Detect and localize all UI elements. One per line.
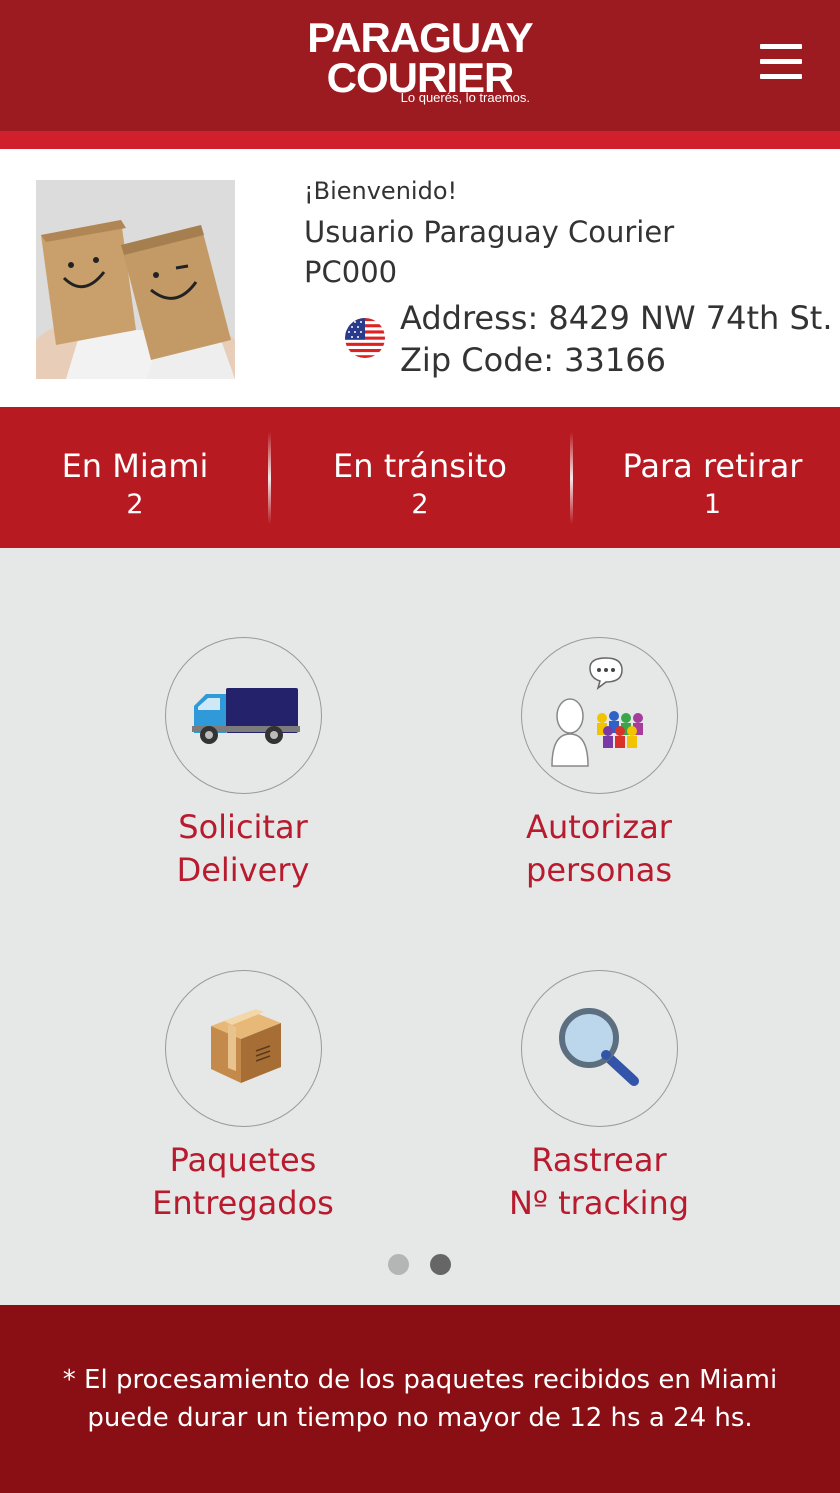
tile-icon-circle (164, 970, 322, 1127)
authorize-people-icon (550, 657, 643, 767)
user-name: Usuario Paraguay Courier (304, 215, 675, 249)
stat-divider (268, 432, 271, 524)
tile-label-line2: Nº tracking (508, 1184, 690, 1222)
hamburger-menu-icon[interactable] (760, 44, 804, 80)
magnifier-icon (558, 1008, 639, 1086)
tile-label-line1: Autorizar (526, 808, 672, 846)
us-zip-code: Zip Code: 33166 (400, 341, 666, 379)
page-dot-2-active[interactable] (430, 1254, 451, 1275)
tile-label: Solicitar Delivery (93, 806, 393, 892)
app-header: PARAGUAY COURIER Lo querés, lo traemos. (0, 0, 840, 131)
logo-tagline: Lo querés, lo traemos. (400, 90, 530, 105)
user-code: PC000 (304, 255, 398, 289)
tile-label: Rastrear Nº tracking (449, 1139, 749, 1225)
tile-label-line2: personas (526, 851, 672, 889)
stat-en-miami[interactable]: En Miami 2 (30, 447, 240, 520)
paraguay-courier-logo[interactable]: PARAGUAY COURIER Lo querés, lo traemos. (270, 14, 570, 113)
tile-label-line1: Rastrear (531, 1141, 667, 1179)
stat-count: 2 (126, 489, 144, 520)
stat-label: En Miami (61, 447, 209, 485)
us-address: Address: 8429 NW 74th St. (400, 299, 833, 337)
stat-label: En tránsito (333, 447, 507, 485)
logo-text-top: PARAGUAY (307, 14, 533, 61)
header-accent-stripe (0, 131, 840, 149)
welcome-text: ¡Bienvenido! (304, 177, 458, 205)
tile-solicitar-delivery[interactable]: Solicitar Delivery (93, 637, 393, 892)
processing-notice-footer: * El procesamiento de los paquetes recib… (0, 1305, 840, 1493)
stat-en-transito[interactable]: En tránsito 2 (305, 447, 535, 520)
avatar (36, 180, 235, 379)
tile-rastrear-tracking[interactable]: Rastrear Nº tracking (449, 970, 749, 1225)
stat-para-retirar[interactable]: Para retirar 1 (600, 447, 825, 520)
footer-line1: * El procesamiento de los paquetes recib… (62, 1365, 778, 1395)
stat-count: 2 (411, 489, 429, 520)
delivery-truck-icon (191, 688, 300, 744)
tile-icon-circle (520, 970, 678, 1127)
tile-icon-circle (164, 637, 322, 794)
tile-icon-circle (520, 637, 678, 794)
footer-line2: puede durar un tiempo no mayor de 12 hs … (87, 1403, 753, 1433)
stat-label: Para retirar (622, 447, 803, 485)
tile-autorizar-personas[interactable]: Autorizar personas (449, 637, 749, 892)
stat-divider (570, 432, 573, 524)
tile-label: Autorizar personas (449, 806, 749, 892)
us-flag-icon (345, 318, 385, 358)
package-status-bar: En Miami 2 En tránsito 2 Para retirar 1 (0, 407, 840, 548)
user-profile-card: ¡Bienvenido! Usuario Paraguay Courier PC… (0, 149, 840, 407)
stat-count: 1 (703, 489, 722, 520)
tile-label: Paquetes Entregados (93, 1139, 393, 1225)
page-dot-1[interactable] (388, 1254, 409, 1275)
tile-paquetes-entregados[interactable]: Paquetes Entregados (93, 970, 393, 1225)
tile-label-line2: Delivery (176, 851, 310, 889)
footer-notice: * El procesamiento de los paquetes recib… (40, 1361, 800, 1437)
tile-label-line1: Solicitar (178, 808, 308, 846)
tile-label-line2: Entregados (152, 1184, 334, 1222)
package-box-icon (210, 1009, 281, 1083)
tile-label-line1: Paquetes (169, 1141, 317, 1179)
